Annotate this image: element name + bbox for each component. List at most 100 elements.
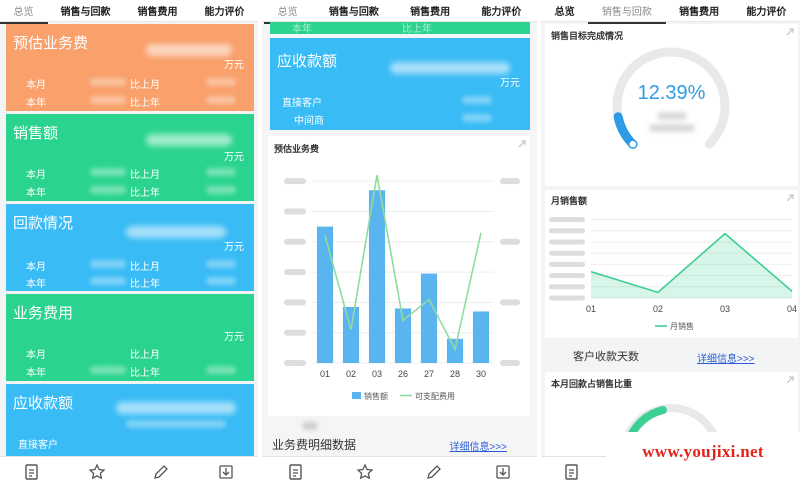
masked-value: [206, 277, 236, 285]
business-expense-card[interactable]: 业务费用 万元 本月 比上月 本年 比上年: [6, 294, 254, 381]
card-title: 应收款额: [277, 53, 338, 70]
bar-sales: [472, 311, 490, 363]
x-tick-label: 01: [586, 304, 596, 314]
x-tick-label: 28: [450, 369, 460, 379]
monthly-sales-card: 月销售额 01 02 03 04 月销售: [545, 190, 798, 338]
row-label: 本年: [26, 368, 46, 379]
masked-value: [302, 422, 318, 430]
download-icon[interactable]: [494, 463, 512, 481]
sales-expense-panel: 总览 销售与回款 销售费用 能力评价 本年 比上年 应收款额 万元 直接客户 中…: [262, 0, 537, 486]
star-icon[interactable]: [356, 462, 374, 481]
report-icon[interactable]: [287, 463, 305, 481]
masked-value: [90, 96, 126, 104]
tab-sales-collection[interactable]: 销售与回款: [57, 1, 115, 20]
masked-value: [90, 168, 126, 176]
row-compare: 比上月: [130, 262, 160, 273]
sales-amount-card-partial[interactable]: 本年 比上年: [270, 22, 530, 35]
y-tick-masked: [284, 178, 306, 185]
expand-icon[interactable]: [786, 28, 794, 36]
y-tick-masked: [549, 250, 585, 256]
tab-overview[interactable]: 总览: [263, 1, 312, 24]
card-title: 应收款额: [13, 395, 74, 412]
row-compare: 比上月: [130, 80, 160, 91]
estimated-fee-chart-card: 预估业务费 01 02 03 26 27 28 30 销售额 可支配费用: [268, 136, 530, 416]
sales-amount-card[interactable]: 销售额 万元 本月 比上月 本年 比上年: [6, 114, 254, 201]
tab-sales-collection[interactable]: 销售与回款: [587, 1, 666, 24]
y-tick-masked: [284, 208, 306, 215]
y-tick-masked: [549, 228, 585, 234]
masked-value: [90, 260, 126, 268]
tab-overview[interactable]: 总览: [551, 1, 579, 20]
masked-value: [90, 186, 126, 194]
masked-value: [649, 124, 695, 132]
collection-card[interactable]: 回款情况 万元 本月 比上月 本年 比上年: [6, 204, 254, 291]
tab-ability-evaluation[interactable]: 能力评价: [742, 1, 790, 20]
row-label: 本年: [292, 24, 312, 35]
tab-bar: 总览 销售与回款 销售费用 能力评价: [541, 0, 800, 24]
expand-icon[interactable]: [786, 194, 794, 202]
detail-link[interactable]: 详细信息>>>: [697, 350, 755, 365]
card-unit: 万元: [224, 60, 244, 71]
x-tick-label: 03: [720, 304, 730, 314]
monthly-sales-chart: 01 02 03 04 月销售: [549, 217, 797, 331]
expand-icon[interactable]: [786, 376, 794, 384]
row-label: 本年: [26, 188, 46, 199]
chart-title: 预估业务费: [274, 144, 320, 154]
tab-sales-expense[interactable]: 销售费用: [675, 1, 723, 20]
sales-collection-panel: 总览 销售与回款 销售费用 能力评价 销售目标完成情况 12.39% 月销售额 …: [541, 0, 800, 486]
masked-value: [90, 277, 126, 285]
ratio-title: 本月回款占销售比重: [551, 379, 633, 389]
masked-value: [206, 260, 236, 268]
customer-days-label: 客户收款天数: [573, 351, 639, 363]
bar-sales: [368, 190, 386, 363]
x-tick-label: 02: [346, 369, 356, 379]
legend-swatch-sales: [352, 392, 361, 399]
customer-days-row: 客户收款天数 详细信息>>>: [545, 342, 798, 370]
monthly-chart-title: 月销售额: [551, 196, 588, 206]
receivable-card[interactable]: 应收款额 直接客户: [6, 384, 254, 456]
masked-value: [116, 402, 236, 414]
row-label: 本年: [26, 98, 46, 109]
masked-value: [126, 226, 226, 238]
y2-tick-masked: [500, 178, 520, 185]
tab-ability-evaluation[interactable]: 能力评价: [477, 1, 525, 20]
tab-sales-collection[interactable]: 销售与回款: [325, 1, 383, 20]
gauge-knob: [628, 139, 638, 149]
card-unit: 万元: [224, 332, 244, 343]
expense-detail-row: 业务费明细数据 详细信息>>>: [262, 418, 537, 456]
row-compare: 比上年: [130, 279, 160, 290]
bottom-toolbar: [262, 456, 537, 486]
tab-sales-expense[interactable]: 销售费用: [406, 1, 454, 20]
x-tick-label: 26: [398, 369, 408, 379]
tab-ability-evaluation[interactable]: 能力评价: [201, 1, 249, 20]
x-tick-label: 02: [653, 304, 663, 314]
card-title: 回款情况: [13, 215, 74, 232]
y2-tick-masked: [500, 360, 520, 366]
pencil-icon[interactable]: [425, 463, 443, 481]
tab-overview[interactable]: 总览: [0, 1, 48, 24]
card-title: 预估业务费: [13, 35, 89, 52]
y-tick-masked: [284, 360, 306, 366]
y-tick-masked: [549, 273, 585, 279]
x-tick-label: 27: [424, 369, 434, 379]
tab-sales-expense[interactable]: 销售费用: [134, 1, 182, 20]
receivable-card[interactable]: 应收款额 万元 直接客户 中间商: [270, 38, 530, 130]
star-icon[interactable]: [88, 462, 106, 481]
expand-icon[interactable]: [518, 140, 526, 148]
masked-value: [126, 420, 226, 428]
report-icon[interactable]: [563, 463, 581, 481]
card-title: 销售额: [13, 125, 59, 142]
report-icon[interactable]: [23, 463, 41, 481]
download-icon[interactable]: [217, 463, 235, 481]
detail-link[interactable]: 详细信息>>>: [449, 438, 507, 453]
estimated-fee-card[interactable]: 预估业务费 万元 本月 比上月 本年 比上年: [6, 24, 254, 111]
sales-target-card: 销售目标完成情况 12.39%: [545, 24, 798, 186]
row-compare: 比上年: [130, 368, 160, 379]
x-tick-label: 03: [372, 369, 382, 379]
y-tick-masked: [549, 217, 585, 223]
y-tick-masked: [284, 269, 306, 276]
row-compare: 比上年: [130, 98, 160, 109]
masked-value: [206, 96, 236, 104]
pencil-icon[interactable]: [152, 463, 170, 481]
row-label: 直接客户: [18, 440, 58, 451]
